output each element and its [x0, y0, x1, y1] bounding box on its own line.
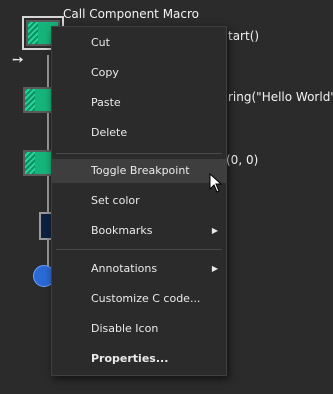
menu-item-customize-c-code[interactable]: Customize C code...	[52, 287, 226, 311]
submenu-arrow-icon: ▶	[211, 226, 218, 235]
menu-item-label: Annotations	[91, 262, 158, 275]
context-menu: Cut Copy Paste Delete Toggle Breakpoint …	[51, 26, 227, 376]
menu-item-copy[interactable]: Copy	[52, 61, 226, 85]
block-label-row1: tart()	[228, 29, 260, 43]
menu-separator	[56, 249, 222, 250]
block-label-row2: ring("Hello World")	[228, 90, 333, 104]
menu-item-bookmarks[interactable]: Bookmarks ▶	[52, 219, 226, 243]
menu-item-annotations[interactable]: Annotations ▶	[52, 257, 226, 281]
menu-item-paste[interactable]: Paste	[52, 91, 226, 115]
menu-item-label: Delete	[91, 126, 128, 139]
menu-item-label: Copy	[91, 66, 119, 79]
menu-item-label: Properties...	[91, 352, 169, 365]
menu-item-delete[interactable]: Delete	[52, 121, 226, 145]
block-stripe-pattern	[28, 22, 38, 44]
menu-item-properties[interactable]: Properties...	[52, 347, 226, 371]
menu-item-label: Disable Icon	[91, 322, 159, 335]
menu-item-cut[interactable]: Cut	[52, 31, 226, 55]
menu-separator	[56, 153, 222, 154]
entry-arrow-icon: ➙	[12, 52, 24, 68]
menu-item-label: Cut	[91, 36, 110, 49]
menu-item-label: Toggle Breakpoint	[91, 164, 190, 177]
menu-item-label: Paste	[91, 96, 121, 109]
flowchart-canvas[interactable]: ➙ Call Component Macro tart() ring("Hell…	[0, 0, 333, 394]
block-stripe-pattern	[25, 89, 35, 111]
block-label-row3: (0, 0)	[226, 153, 259, 167]
block-label-call-component-macro: Call Component Macro	[63, 7, 200, 21]
menu-item-label: Customize C code...	[91, 292, 201, 305]
menu-item-label: Bookmarks	[91, 224, 153, 237]
menu-item-disable-icon[interactable]: Disable Icon	[52, 317, 226, 341]
menu-item-label: Set color	[91, 194, 140, 207]
submenu-arrow-icon: ▶	[211, 264, 218, 273]
menu-item-toggle-breakpoint[interactable]: Toggle Breakpoint	[52, 159, 226, 183]
block-stripe-pattern	[25, 152, 35, 174]
menu-item-set-color[interactable]: Set color	[52, 189, 226, 213]
mouse-pointer-icon	[209, 173, 223, 193]
